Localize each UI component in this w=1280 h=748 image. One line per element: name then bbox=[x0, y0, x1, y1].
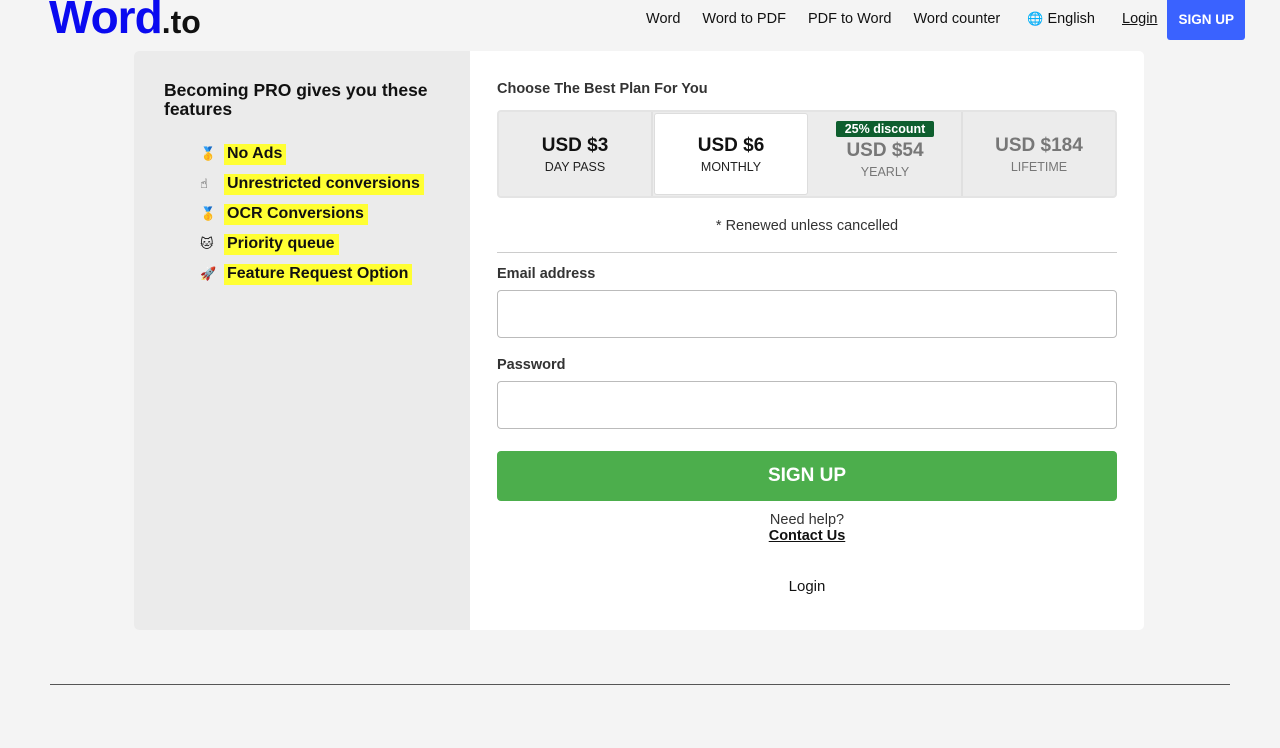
plan-selector: USD $3 DAY PASS USD $6 MONTHLY 25% disco… bbox=[497, 110, 1117, 198]
password-field[interactable] bbox=[497, 381, 1117, 429]
nav-pdf-to-word[interactable]: PDF to Word bbox=[808, 11, 892, 27]
plan-period: MONTHLY bbox=[700, 159, 762, 174]
feature-label: OCR Conversions bbox=[224, 203, 368, 225]
plan-price: USD $54 bbox=[846, 140, 924, 161]
feature-label: Unrestricted conversions bbox=[224, 173, 424, 195]
contact-us-link[interactable]: Contact Us bbox=[769, 528, 846, 544]
language-selector[interactable]: 🌐 English bbox=[1027, 11, 1095, 27]
plan-monthly[interactable]: USD $6 MONTHLY bbox=[654, 113, 808, 195]
logo-tld: .to bbox=[161, 4, 201, 40]
top-nav: Word Word to PDF PDF to Word Word counte… bbox=[624, 0, 1245, 40]
discount-badge: 25% discount bbox=[835, 121, 935, 137]
renew-note: * Renewed unless cancelled bbox=[715, 218, 899, 234]
cat-icon: 🐱 bbox=[200, 236, 214, 252]
plan-yearly[interactable]: 25% discount USD $54 YEARLY bbox=[809, 112, 963, 196]
password-group: Password bbox=[497, 357, 1117, 429]
nav-word-to-pdf[interactable]: Word to PDF bbox=[702, 11, 786, 27]
medal-icon: 🥇 bbox=[200, 146, 217, 162]
login-link[interactable]: Login bbox=[1122, 11, 1157, 27]
features-panel: Becoming PRO gives you these features 🥇 … bbox=[134, 51, 470, 630]
language-label: English bbox=[1047, 11, 1095, 27]
login-link-bottom[interactable]: Login bbox=[789, 578, 826, 595]
feature-label: No Ads bbox=[224, 143, 287, 165]
features-title: Becoming PRO gives you these features bbox=[164, 80, 428, 119]
signup-button[interactable]: SIGN UP bbox=[497, 451, 1117, 501]
plan-lifetime[interactable]: USD $184 LIFETIME bbox=[963, 112, 1115, 196]
plan-price: USD $3 bbox=[541, 134, 609, 156]
signup-form: Choose The Best Plan For You USD $3 DAY … bbox=[470, 51, 1144, 630]
help-section: Need help? Contact Us bbox=[497, 512, 1117, 544]
feature-item: ☝ Unrestricted conversions bbox=[200, 169, 440, 199]
feature-label: Feature Request Option bbox=[224, 263, 413, 285]
password-label: Password bbox=[497, 357, 566, 373]
plan-day-pass[interactable]: USD $3 DAY PASS bbox=[499, 112, 653, 196]
plan-price: USD $184 bbox=[995, 134, 1083, 156]
footer-divider bbox=[50, 684, 1230, 685]
divider bbox=[497, 252, 1117, 253]
feature-label: Priority queue bbox=[224, 233, 339, 255]
medal-icon: 🥇 bbox=[200, 206, 217, 222]
nav-word[interactable]: Word bbox=[646, 11, 680, 27]
bottom-login: Login bbox=[497, 578, 1117, 595]
need-help-text: Need help? bbox=[769, 512, 845, 528]
feature-item: 🐱 Priority queue bbox=[200, 229, 440, 259]
nav-word-counter[interactable]: Word counter bbox=[913, 11, 1000, 27]
feature-list: 🥇 No Ads ☝ Unrestricted conversions 🥇 OC… bbox=[164, 139, 440, 289]
feature-item: 🥇 OCR Conversions bbox=[200, 199, 440, 229]
signup-top-button[interactable]: SIGN UP bbox=[1167, 0, 1245, 40]
globe-icon: 🌐 bbox=[1027, 11, 1044, 27]
pointing-finger-icon: ☝ bbox=[200, 176, 208, 192]
feature-item: 🥇 No Ads bbox=[200, 139, 440, 169]
email-group: Email address bbox=[497, 266, 1117, 338]
logo[interactable]: Word .to bbox=[49, 0, 201, 40]
plan-period: DAY PASS bbox=[544, 159, 606, 174]
email-field[interactable] bbox=[497, 290, 1117, 338]
plan-heading: Choose The Best Plan For You bbox=[497, 81, 708, 97]
email-label: Email address bbox=[497, 266, 596, 282]
plan-period: LIFETIME bbox=[1010, 159, 1068, 174]
feature-item: 🚀 Feature Request Option bbox=[200, 259, 440, 289]
plan-period: YEARLY bbox=[860, 165, 910, 179]
rocket-icon: 🚀 bbox=[200, 266, 217, 282]
logo-word: Word bbox=[49, 0, 163, 43]
signup-card: Becoming PRO gives you these features 🥇 … bbox=[134, 51, 1144, 630]
plan-price: USD $6 bbox=[697, 134, 765, 156]
